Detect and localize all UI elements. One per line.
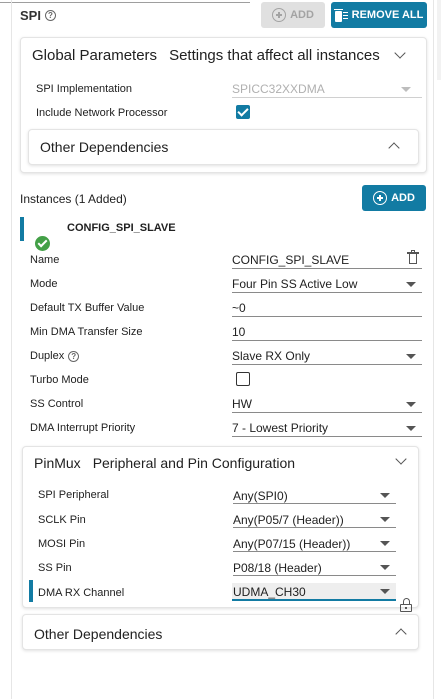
min-dma-input[interactable]: 10: [232, 325, 245, 339]
global-parameters-subtitle: Settings that affect all instances: [169, 47, 380, 64]
selected-indicator: [29, 580, 33, 602]
duplex-select[interactable]: Slave RX Only: [232, 349, 310, 363]
add-module-button[interactable]: ADD: [261, 2, 325, 28]
dropdown-arrow-icon[interactable]: [380, 565, 390, 570]
remove-all-button-label: REMOVE ALL: [351, 9, 424, 21]
ss-control-select[interactable]: HW: [232, 397, 252, 411]
mode-select[interactable]: Four Pin SS Active Low: [232, 277, 357, 291]
add-instance-button[interactable]: ADD: [362, 185, 426, 211]
add-circle-icon: [373, 191, 388, 205]
global-other-dependencies-title: Other Dependencies: [40, 139, 169, 155]
global-parameters-header[interactable]: Global Parameters Settings that affect a…: [32, 47, 380, 64]
dma-rx-label: DMA RX Channel: [38, 587, 125, 599]
mode-underline: [232, 292, 422, 293]
sclk-pin-select[interactable]: Any(P05/7 (Header)): [233, 513, 344, 527]
spi-implementation-label: SPI Implementation: [36, 83, 132, 95]
spi-implementation-value: SPICC32XXDMA: [232, 82, 325, 96]
help-circle-icon[interactable]: ?: [68, 350, 80, 362]
dma-priority-label: DMA Interrupt Priority: [30, 422, 136, 434]
top-divider: [0, 0, 250, 3]
dropdown-arrow-icon[interactable]: [406, 402, 416, 407]
include-network-processor-label: Include Network Processor: [36, 107, 168, 119]
instance-name: CONFIG_SPI_SLAVE: [67, 222, 176, 234]
tx-buffer-input[interactable]: ~0: [232, 301, 246, 315]
min-dma-label: Min DMA Transfer Size: [30, 326, 143, 338]
add-circle-icon: [272, 8, 287, 22]
sclk-pin-label: SCLK Pin: [38, 514, 86, 526]
remove-list-icon: [333, 8, 348, 22]
dropdown-arrow-icon[interactable]: [406, 354, 416, 359]
name-underline: [232, 268, 422, 269]
module-title-text: SPI: [20, 8, 41, 23]
scrollbar-track[interactable]: [437, 0, 441, 80]
lock-icon[interactable]: [400, 598, 412, 612]
ss-pin-select[interactable]: P08/18 (Header): [233, 561, 322, 575]
left-divider: [11, 0, 12, 699]
delete-icon[interactable]: [407, 250, 419, 264]
add-instance-button-label: ADD: [391, 192, 415, 204]
duplex-label-group: Duplex ?: [30, 350, 80, 362]
name-label: Name: [30, 254, 60, 266]
check-circle-icon: [35, 236, 50, 251]
ss-pin-underline: [233, 575, 396, 576]
dropdown-arrow-icon[interactable]: [401, 87, 411, 92]
ss-control-underline: [232, 412, 422, 413]
instances-heading: Instances (1 Added): [20, 192, 127, 206]
turbo-mode-label: Turbo Mode: [30, 374, 89, 386]
dropdown-arrow-icon[interactable]: [406, 426, 416, 431]
duplex-underline: [232, 364, 422, 365]
spi-implementation-underline: [232, 97, 422, 98]
sclk-pin-underline: [233, 527, 396, 528]
add-module-button-label: ADD: [290, 9, 314, 21]
spi-peripheral-underline: [233, 503, 396, 504]
dma-priority-underline: [232, 436, 422, 437]
dropdown-arrow-icon[interactable]: [406, 282, 416, 287]
turbo-mode-checkbox[interactable]: [236, 372, 250, 386]
dma-rx-underline: [232, 599, 396, 601]
mosi-pin-label: MOSI Pin: [38, 538, 86, 550]
global-parameters-title: Global Parameters: [32, 47, 158, 64]
mode-label: Mode: [30, 278, 58, 290]
mosi-pin-select[interactable]: Any(P07/15 (Header)): [233, 537, 350, 551]
pinmux-title: PinMux: [34, 455, 81, 471]
ss-pin-label: SS Pin: [38, 562, 72, 574]
tx-buffer-label: Default TX Buffer Value: [30, 302, 145, 314]
spi-peripheral-label: SPI Peripheral: [38, 489, 109, 501]
spi-peripheral-select[interactable]: Any(SPI0): [233, 489, 288, 503]
pinmux-subtitle: Peripheral and Pin Configuration: [92, 455, 296, 471]
right-divider: [433, 0, 434, 699]
mosi-pin-underline: [233, 551, 396, 552]
include-network-processor-checkbox[interactable]: [236, 105, 250, 119]
dropdown-arrow-icon[interactable]: [380, 541, 390, 546]
min-dma-underline: [232, 340, 422, 341]
dropdown-arrow-icon[interactable]: [380, 517, 390, 522]
dropdown-arrow-icon[interactable]: [380, 589, 390, 594]
help-circle-icon[interactable]: ?: [44, 10, 56, 21]
duplex-label: Duplex: [30, 350, 65, 362]
dma-priority-select[interactable]: 7 - Lowest Priority: [232, 421, 328, 435]
pinmux-header[interactable]: PinMux Peripheral and Pin Configuration: [34, 455, 295, 471]
ss-control-label: SS Control: [30, 398, 84, 410]
module-title: SPI ?: [20, 8, 56, 23]
instance-other-dependencies-title: Other Dependencies: [34, 626, 163, 642]
dropdown-arrow-icon[interactable]: [380, 493, 390, 498]
remove-all-button[interactable]: REMOVE ALL: [331, 2, 427, 28]
tx-buffer-underline: [232, 316, 422, 317]
dma-rx-select[interactable]: UDMA_CH30: [233, 585, 306, 599]
name-input[interactable]: CONFIG_SPI_SLAVE: [232, 253, 349, 267]
